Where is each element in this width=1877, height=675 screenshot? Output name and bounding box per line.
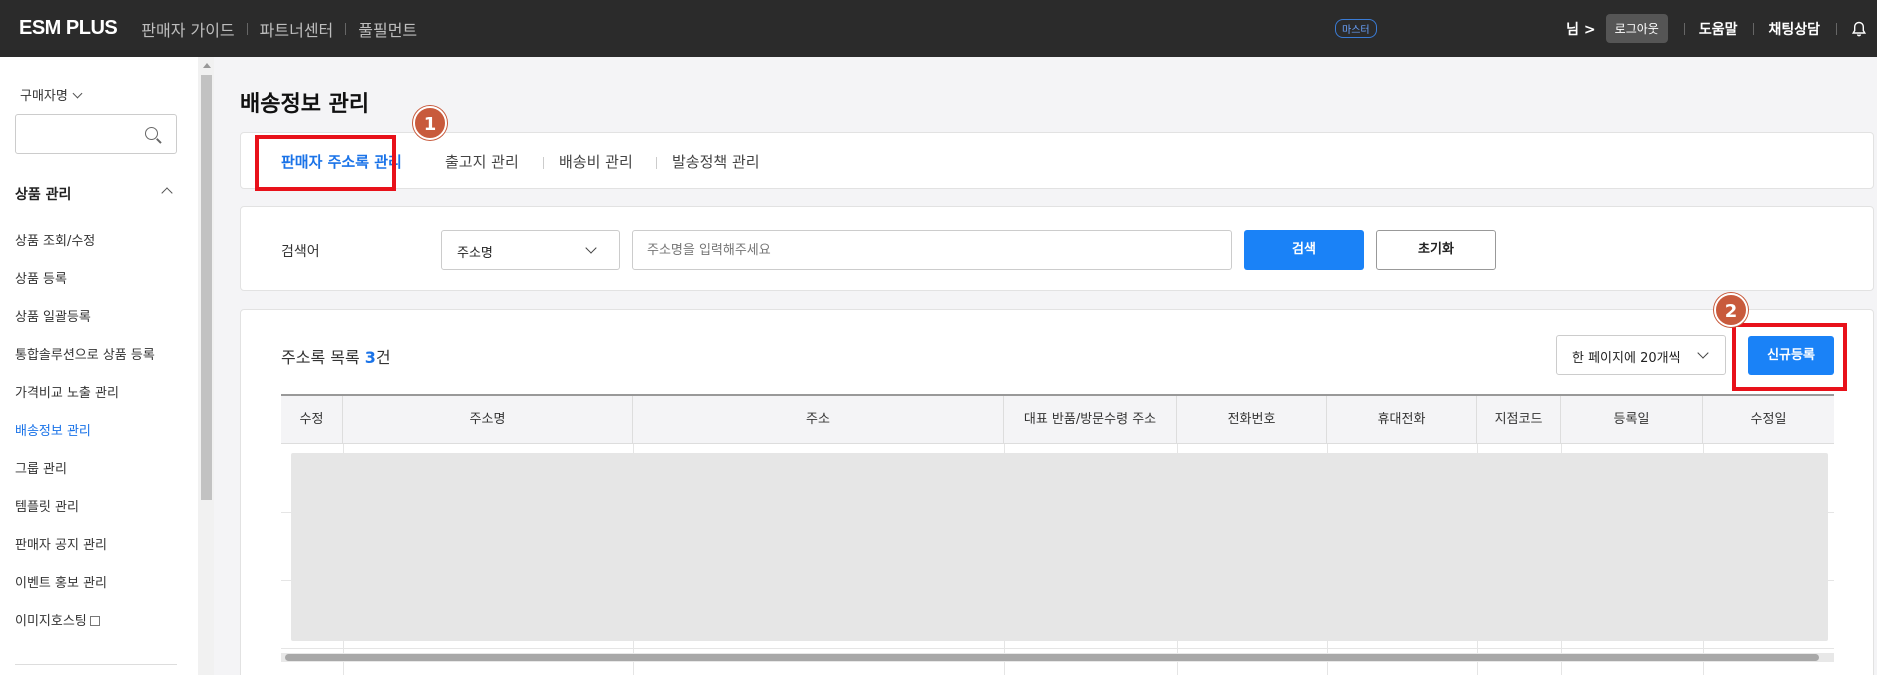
column-header-mobile[interactable]: 휴대전화 — [1327, 396, 1477, 444]
nav-seller-guide[interactable]: 판매자 가이드 — [141, 17, 234, 41]
nav-divider — [345, 22, 347, 35]
external-link-icon — [89, 616, 100, 626]
highlight-box-tab — [255, 135, 396, 191]
top-right-menu: 님 > 로그아웃 도움말 채팅상담 — [1566, 0, 1877, 57]
highlight-box-new-button — [1732, 323, 1847, 391]
chevron-down-icon — [585, 242, 597, 254]
bell-icon[interactable] — [1851, 21, 1867, 37]
chat-consult-link[interactable]: 채팅상담 — [1768, 19, 1820, 39]
column-header-phone[interactable]: 전화번호 — [1177, 396, 1327, 444]
sidebar-item-image-hosting[interactable]: 이미지호스팅 — [15, 612, 155, 650]
sidebar-item-product-register[interactable]: 상품 등록 — [15, 270, 155, 308]
buyer-name-select-label: 구매자명 — [20, 89, 68, 104]
tab-shipping-origin[interactable]: 출고지 관리 — [445, 151, 519, 172]
sidebar-item-event-promo[interactable]: 이벤트 홍보 관리 — [15, 574, 155, 612]
per-page-value: 한 페이지에 20개씩 — [1572, 351, 1681, 366]
column-header-edit[interactable]: 수정 — [281, 396, 343, 444]
step-marker-1: 1 — [413, 106, 447, 140]
nav-partner-center[interactable]: 파트너센터 — [260, 17, 334, 41]
tab-divider — [656, 157, 657, 169]
help-link[interactable]: 도움말 — [1699, 19, 1738, 39]
address-list-panel: 주소록 목록 3건 한 페이지에 20개씩 신규등록 수정 주소명 주소 대표 … — [240, 309, 1874, 675]
chevron-up-icon[interactable] — [161, 187, 173, 199]
category-label: 상품 관리 — [15, 187, 72, 203]
search-icon[interactable] — [145, 127, 158, 140]
table-scroll-thumb[interactable] — [285, 654, 1819, 661]
page-title: 배송정보 관리 — [240, 92, 370, 117]
search-input[interactable] — [632, 230, 1232, 270]
sidebar-item-group[interactable]: 그룹 관리 — [15, 460, 155, 498]
tab-dispatch-policy[interactable]: 발송정책 관리 — [672, 151, 760, 172]
step-marker-2: 2 — [1714, 293, 1748, 327]
sidebar-divider — [15, 664, 177, 665]
search-keyword-label: 검색어 — [281, 244, 320, 260]
sidebar-scroll-thumb[interactable] — [201, 75, 212, 500]
sidebar-item-integrated-solution[interactable]: 통합솔루션으로 상품 등록 — [15, 346, 155, 384]
list-title: 주소록 목록 3건 — [281, 344, 391, 368]
column-header-address[interactable]: 주소 — [633, 396, 1004, 444]
master-badge: 마스터 — [1335, 19, 1377, 38]
table-row — [281, 648, 1834, 649]
reset-button[interactable]: 초기화 — [1376, 230, 1496, 270]
tab-divider — [543, 157, 544, 169]
sidebar-item-bulk-register[interactable]: 상품 일괄등록 — [15, 308, 155, 346]
sidebar-item-price-compare[interactable]: 가격비교 노출 관리 — [15, 384, 155, 422]
search-panel: 검색어 주소명 검색 초기화 — [240, 206, 1874, 291]
sidebar-item-label: 이미지호스팅 — [15, 614, 87, 629]
top-nav: 판매자 가이드 파트너센터 풀필먼트 — [141, 17, 417, 41]
column-header-return-address[interactable]: 대표 반품/방문수령 주소 — [1004, 396, 1177, 444]
divider — [1753, 22, 1755, 35]
column-header-reg-date[interactable]: 등록일 — [1561, 396, 1703, 444]
per-page-select[interactable]: 한 페이지에 20개씩 — [1556, 335, 1726, 375]
chevron-down-icon — [1697, 347, 1709, 359]
table-horizontal-scrollbar[interactable] — [281, 653, 1834, 662]
esm-plus-logo[interactable]: ESM PLUS — [19, 17, 118, 40]
sidebar-item-shipping-info[interactable]: 배송정보 관리 — [15, 422, 155, 460]
search-type-value: 주소명 — [457, 246, 493, 261]
column-header-address-name[interactable]: 주소명 — [343, 396, 633, 444]
sidebar-menu: 상품 조회/수정 상품 등록 상품 일괄등록 통합솔루션으로 상품 등록 가격비… — [15, 232, 155, 650]
divider — [1683, 22, 1685, 35]
scroll-up-arrow-icon[interactable] — [203, 63, 211, 68]
chevron-down-icon — [72, 88, 83, 99]
tab-shipping-fee[interactable]: 배송비 관리 — [559, 151, 633, 172]
category-product-management[interactable]: 상품 관리 — [15, 184, 175, 204]
divider — [1836, 22, 1837, 35]
list-title-label: 주소록 목록 — [281, 348, 360, 367]
list-count-suffix: 건 — [375, 348, 391, 367]
table-loading-placeholder — [291, 453, 1828, 641]
logout-button[interactable]: 로그아웃 — [1605, 14, 1668, 43]
table-header: 수정 주소명 주소 대표 반품/방문수령 주소 전화번호 휴대전화 지점코드 등… — [281, 394, 1834, 444]
tab-bar: 판매자 주소록 관리 출고지 관리 배송비 관리 발송정책 관리 — [240, 132, 1874, 189]
nav-fulfillment[interactable]: 풀필먼트 — [358, 17, 417, 41]
user-menu[interactable]: 님 > — [1566, 19, 1596, 39]
sidebar-search-input[interactable] — [15, 114, 177, 154]
search-type-select[interactable]: 주소명 — [441, 230, 620, 270]
list-count: 3 — [364, 348, 376, 367]
column-header-branch-code[interactable]: 지점코드 — [1477, 396, 1561, 444]
sidebar-item-seller-notice[interactable]: 판매자 공지 관리 — [15, 536, 155, 574]
search-button[interactable]: 검색 — [1244, 230, 1364, 270]
sidebar-item-product-search[interactable]: 상품 조회/수정 — [15, 232, 155, 270]
buyer-name-select[interactable]: 구매자명 — [20, 85, 83, 104]
column-header-mod-date[interactable]: 수정일 — [1703, 396, 1834, 444]
nav-divider — [246, 22, 248, 35]
sidebar-item-template[interactable]: 템플릿 관리 — [15, 498, 155, 536]
